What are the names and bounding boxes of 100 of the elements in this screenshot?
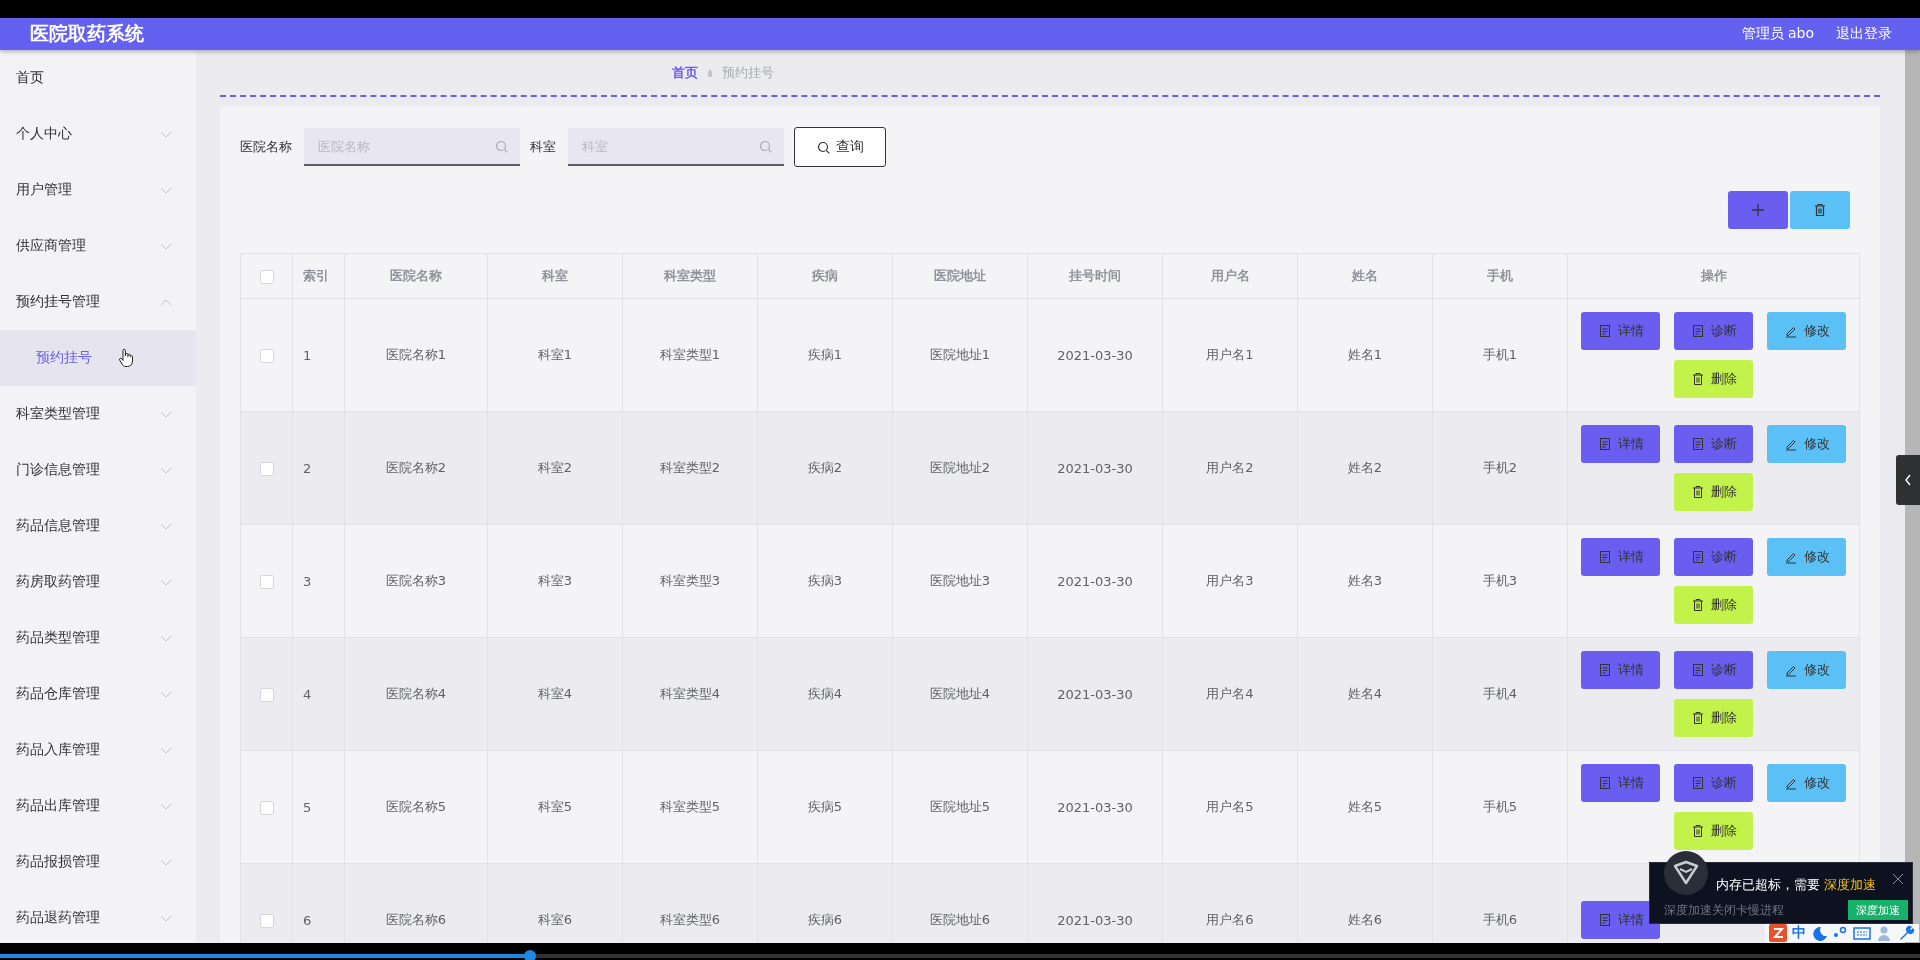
trash-icon	[1690, 485, 1705, 499]
shield-icon	[1664, 851, 1708, 895]
document-icon	[1690, 776, 1705, 790]
sidebar-menu-item[interactable]: 门诊信息管理	[0, 442, 196, 498]
table-cell: 科室类型1	[622, 298, 758, 412]
document-icon	[1690, 550, 1705, 564]
document-icon	[1690, 663, 1705, 677]
table-cell: 医院地址2	[892, 411, 1028, 525]
sidebar-menu-item[interactable]: 个人中心	[0, 106, 196, 162]
table-cell: 科室类型4	[622, 637, 758, 751]
sidebar-menu-item[interactable]: 药品报损管理	[0, 834, 196, 890]
table-cell: 科室类型3	[622, 524, 758, 638]
table-cell: 用户名4	[1162, 637, 1298, 751]
video-progress-handle[interactable]	[523, 950, 536, 960]
search-icon	[759, 140, 772, 153]
input-mode-label[interactable]: 中	[1792, 924, 1806, 942]
table-cell: 医院名称1	[344, 298, 488, 412]
edit-button[interactable]: 修改	[1767, 312, 1846, 350]
chevron-down-icon	[160, 802, 172, 810]
collapse-tab[interactable]	[1896, 455, 1920, 505]
breadcrumb-separator-icon	[706, 67, 714, 78]
column-header: 姓名	[1297, 253, 1433, 299]
checkbox[interactable]	[259, 687, 274, 702]
delete-button[interactable]: 删除	[1674, 699, 1753, 737]
column-header: 医院名称	[344, 253, 488, 299]
trash-icon	[1690, 824, 1705, 838]
table-cell: 手机4	[1432, 637, 1568, 751]
plus-icon	[1751, 203, 1765, 217]
sidebar-menu-item[interactable]: 预约挂号管理	[0, 274, 196, 330]
edit-button[interactable]: 修改	[1767, 764, 1846, 802]
edit-button[interactable]: 修改	[1767, 651, 1846, 689]
table-cell: 2021-03-30	[1027, 637, 1163, 751]
trash-icon	[1690, 711, 1705, 725]
chevron-down-icon	[160, 746, 172, 754]
chevron-down-icon	[160, 690, 172, 698]
table-cell: 姓名1	[1297, 298, 1433, 412]
table-cell: 科室4	[487, 637, 623, 751]
table-cell: 姓名4	[1297, 637, 1433, 751]
sidebar-menu-item[interactable]: 药品出库管理	[0, 778, 196, 834]
table-cell: 手机1	[1432, 298, 1568, 412]
checkbox[interactable]	[259, 461, 274, 476]
delete-button[interactable]	[1790, 191, 1850, 229]
sidebar-menu-item[interactable]: 科室类型管理	[0, 386, 196, 442]
table-cell: 科室1	[487, 298, 623, 412]
sidebar-menu-item[interactable]: 药品仓库管理	[0, 666, 196, 722]
checkbox[interactable]	[259, 574, 274, 589]
sidebar-menu-item[interactable]: 药品类型管理	[0, 610, 196, 666]
sidebar-menu-item[interactable]: 供应商管理	[0, 218, 196, 274]
notification-message: 内存已超标，需要 深度加速	[1716, 877, 1876, 894]
sidebar-menu-item[interactable]: 用户管理	[0, 162, 196, 218]
pencil-icon	[1783, 324, 1798, 338]
table-cell: 用户名1	[1162, 298, 1298, 412]
table-cell: 用户名2	[1162, 411, 1298, 525]
sidebar-submenu-item[interactable]: 预约挂号	[0, 330, 196, 386]
admin-user-label: 管理员 abo	[1741, 25, 1814, 43]
checkbox[interactable]	[259, 348, 274, 363]
chevron-down-icon	[160, 914, 172, 922]
table-cell: 2021-03-30	[1027, 524, 1163, 638]
table-cell: 医院地址4	[892, 637, 1028, 751]
notification-detail: 深度加速关闭卡慢进程	[1664, 902, 1784, 918]
delete-button[interactable]: 删除	[1674, 586, 1753, 624]
chevron-down-icon	[160, 634, 172, 642]
edit-button[interactable]: 修改	[1767, 425, 1846, 463]
column-header: 挂号时间	[1027, 253, 1163, 299]
table-cell: 疾病4	[757, 637, 893, 751]
table-cell: 医院名称3	[344, 524, 488, 638]
edit-button[interactable]: 修改	[1767, 538, 1846, 576]
checkbox[interactable]	[259, 913, 274, 928]
document-icon	[1597, 913, 1612, 927]
table-cell: 疾病1	[757, 298, 893, 412]
chevron-up-icon	[160, 298, 172, 306]
checkbox[interactable]	[259, 269, 274, 284]
chevron-down-icon	[160, 858, 172, 866]
app-title: 医院取药系统	[30, 21, 145, 46]
table-cell: 医院地址1	[892, 298, 1028, 412]
keyboard-icon	[1853, 925, 1871, 941]
document-icon	[1597, 437, 1612, 451]
chevron-down-icon	[160, 466, 172, 474]
table-cell: 医院名称5	[344, 750, 488, 864]
breadcrumb-link[interactable]: 首页	[672, 63, 698, 82]
sidebar-menu-item[interactable]: 药品入库管理	[0, 722, 196, 778]
chevron-down-icon	[160, 186, 172, 194]
table-cell: 2021-03-30	[1027, 411, 1163, 525]
table-cell: 用户名5	[1162, 750, 1298, 864]
logout-link[interactable]: 退出登录	[1836, 25, 1892, 43]
table-cell: 医院地址5	[892, 750, 1028, 864]
table-cell: 医院地址3	[892, 524, 1028, 638]
sidebar-menu-item[interactable]: 药房取药管理	[0, 554, 196, 610]
sidebar-menu-item[interactable]: 药品退药管理	[0, 890, 196, 943]
table-cell: 用户名3	[1162, 524, 1298, 638]
checkbox[interactable]	[259, 800, 274, 815]
table-cell: 手机5	[1432, 750, 1568, 864]
sidebar-menu-item[interactable]: 首页	[0, 50, 196, 106]
delete-button[interactable]: 删除	[1674, 360, 1753, 398]
moon-icon	[1811, 925, 1827, 941]
delete-button[interactable]: 删除	[1674, 473, 1753, 511]
sidebar-menu-item[interactable]: 药品信息管理	[0, 498, 196, 554]
chevron-left-icon	[1903, 473, 1913, 487]
search-button[interactable]: 查询	[794, 127, 886, 167]
delete-button[interactable]: 删除	[1674, 812, 1753, 850]
